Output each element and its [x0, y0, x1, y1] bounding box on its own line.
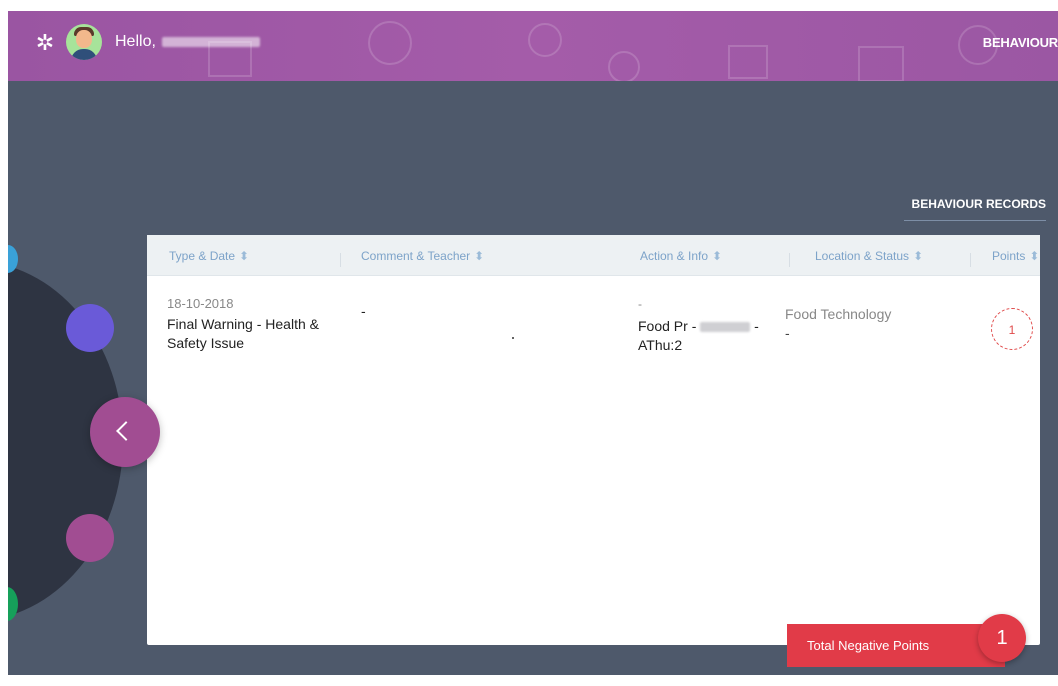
column-separator	[340, 253, 341, 267]
gear-icon[interactable]: ✲	[32, 30, 58, 56]
column-header-label: Location & Status	[815, 249, 910, 263]
record-info: Food Pr - - AThu:2	[638, 317, 788, 355]
app-window: ✲ Hello, BEHAVIOUR BEHAVIOUR RECORDS Typ…	[8, 11, 1058, 675]
record-status: -	[785, 325, 790, 341]
record-info-suffix: -	[754, 318, 759, 334]
column-separator	[789, 253, 790, 267]
column-header-label: Comment & Teacher	[361, 249, 471, 263]
wheel-item-magenta[interactable]	[66, 514, 114, 562]
total-negative-points-bar: Total Negative Points	[787, 624, 1005, 667]
total-negative-points-count: 1	[978, 614, 1026, 662]
planet-doodle	[368, 21, 412, 65]
record-info-prefix: Food Pr -	[638, 318, 697, 334]
column-header-label: Action & Info	[640, 249, 709, 263]
top-bar: ✲ Hello, BEHAVIOUR	[8, 11, 1058, 81]
bulb-doodle	[608, 51, 640, 81]
board-doodle	[858, 46, 904, 81]
record-teacher-dot	[512, 337, 514, 339]
behaviour-records-card: Type & Date ⬍ Comment & Teacher ⬍ Action &…	[147, 235, 1040, 645]
sort-icon: ⬍	[712, 249, 723, 263]
atom-doodle	[528, 23, 562, 57]
sort-icon: ⬍	[913, 249, 924, 263]
table-header: Type & Date ⬍ Comment & Teacher ⬍ Action &…	[147, 235, 1040, 276]
record-date: 18-10-2018	[167, 296, 234, 311]
behaviour-nav-link[interactable]: BEHAVIOUR	[983, 35, 1058, 50]
section-title: BEHAVIOUR RECORDS	[911, 197, 1046, 211]
points-badge: 1	[991, 308, 1033, 350]
column-header-label: Type & Date	[169, 249, 236, 263]
wheel-item-violet[interactable]	[66, 304, 114, 352]
column-header-action-info[interactable]: Action & Info ⬍	[640, 249, 722, 263]
chevron-left-icon	[116, 421, 136, 441]
record-action: -	[638, 297, 642, 311]
record-location: Food Technology	[785, 306, 892, 322]
greeting-text: Hello,	[115, 33, 156, 50]
redacted-info	[700, 322, 751, 333]
greeting: Hello,	[115, 32, 260, 52]
sort-icon: ⬍	[1029, 249, 1040, 263]
column-separator	[970, 253, 971, 267]
section-underline	[904, 220, 1046, 221]
record-info-line2: AThu:2	[638, 337, 683, 353]
avatar-face	[76, 30, 92, 48]
column-header-points[interactable]: Points ⬍	[992, 249, 1039, 263]
sort-icon: ⬍	[474, 249, 485, 263]
previous-button[interactable]	[90, 397, 160, 467]
avatar-body	[71, 49, 97, 60]
book-doodle	[728, 45, 768, 79]
sort-icon: ⬍	[239, 249, 250, 263]
avatar[interactable]	[66, 24, 102, 60]
record-type: Final Warning - Health & Safety Issue	[167, 316, 319, 351]
column-header-label: Points	[992, 249, 1026, 263]
column-header-comment-teacher[interactable]: Comment & Teacher ⬍	[361, 249, 484, 263]
column-header-type-date[interactable]: Type & Date ⬍	[169, 249, 249, 263]
record-comment: -	[361, 303, 366, 319]
column-header-location-status[interactable]: Location & Status ⬍	[815, 249, 923, 263]
redacted-username	[161, 36, 260, 47]
